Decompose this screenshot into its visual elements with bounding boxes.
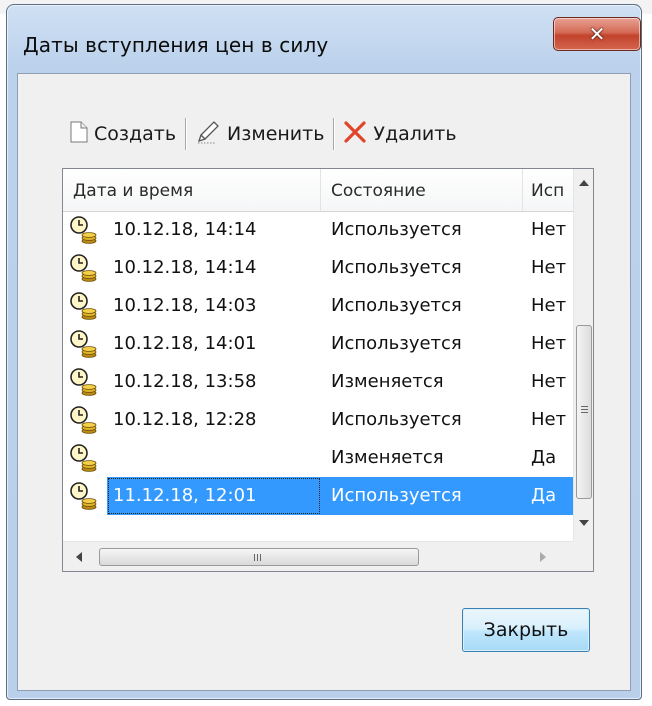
clock-coins-icon xyxy=(69,215,99,245)
vertical-scrollbar[interactable] xyxy=(573,169,593,541)
scrollbar-corner xyxy=(573,541,593,571)
cell-datetime: 10.12.18, 13:58 xyxy=(113,371,257,392)
red-x-icon xyxy=(343,120,367,148)
cell-datetime: 10.12.18, 14:03 xyxy=(113,295,257,316)
toolbar: Создать Изменить Удалить xyxy=(66,116,461,152)
cell-used: Нет xyxy=(531,257,567,278)
cell-used: Да xyxy=(523,477,573,515)
column-header-used[interactable]: Исп xyxy=(523,169,573,211)
cell-datetime: 10.12.18, 14:14 xyxy=(113,257,257,278)
column-header-datetime[interactable]: Дата и время xyxy=(63,169,321,211)
clock-coins-icon xyxy=(69,329,99,359)
cell-used: Да xyxy=(531,447,557,468)
cell-used: Нет xyxy=(531,371,567,392)
edit-button[interactable]: Изменить xyxy=(191,116,328,152)
pencil-icon xyxy=(195,119,221,149)
new-document-icon xyxy=(70,121,88,147)
grip-line xyxy=(581,406,588,407)
cell-datetime: 10.12.18, 14:01 xyxy=(113,333,257,354)
column-header-state[interactable]: Состояние xyxy=(321,169,523,211)
clock-coins-icon xyxy=(69,405,99,435)
cell-used: Нет xyxy=(531,333,567,354)
horizontal-scroll-thumb[interactable] xyxy=(99,548,419,566)
cell-state: Используется xyxy=(331,257,462,278)
window-title: Даты вступления цен в силу xyxy=(23,33,329,57)
cell-used: Нет xyxy=(531,295,567,316)
cell-state: Используется xyxy=(321,477,523,515)
grip-line xyxy=(254,554,255,561)
grip-line xyxy=(581,412,588,413)
create-button[interactable]: Создать xyxy=(66,116,180,152)
cell-state: Изменяется xyxy=(331,447,444,468)
clock-coins-icon xyxy=(69,367,99,397)
dialog-window: Даты вступления цен в силу ✕ Создать Изм… xyxy=(6,4,642,700)
vertical-scroll-thumb[interactable] xyxy=(576,325,592,499)
horizontal-scrollbar[interactable] xyxy=(63,541,573,571)
cell-datetime: 10.12.18, 12:28 xyxy=(113,409,257,430)
cell-state: Используется xyxy=(331,409,462,430)
window-close-button[interactable]: ✕ xyxy=(553,17,641,51)
table-row[interactable]: Изменяется Да xyxy=(63,439,573,477)
cell-datetime: 11.12.18, 12:01 xyxy=(107,477,321,515)
clock-coins-icon xyxy=(69,481,99,511)
cell-state: Используется xyxy=(331,333,462,354)
scroll-up-arrow-icon[interactable] xyxy=(574,173,593,193)
table-row[interactable]: 10.12.18, 13:58 Изменяется Нет xyxy=(63,363,573,401)
close-dialog-button[interactable]: Закрыть xyxy=(462,608,590,652)
create-button-label: Создать xyxy=(94,123,177,145)
clock-coins-icon xyxy=(69,253,99,283)
cell-used: Нет xyxy=(531,409,567,430)
dialog-client-area: Создать Изменить Удалить Дата и время Со… xyxy=(17,73,631,691)
delete-button-label: Удалить xyxy=(373,123,457,145)
clock-coins-icon xyxy=(69,291,99,321)
cell-used: Нет xyxy=(531,219,567,240)
table-row-selected[interactable]: 11.12.18, 12:01 Используется Да xyxy=(63,477,573,515)
delete-button[interactable]: Удалить xyxy=(339,116,460,152)
list-rows: 10.12.18, 14:14 Используется Нет 10.12.1… xyxy=(63,211,573,515)
cell-datetime xyxy=(107,439,321,477)
table-row[interactable]: 10.12.18, 12:28 Используется Нет xyxy=(63,401,573,439)
table-row[interactable]: 10.12.18, 14:01 Используется Нет xyxy=(63,325,573,363)
scroll-left-arrow-icon[interactable] xyxy=(69,547,89,567)
list-header: Дата и время Состояние Исп xyxy=(63,169,573,212)
edit-button-label: Изменить xyxy=(227,123,325,145)
table-row[interactable]: 10.12.18, 14:03 Используется Нет xyxy=(63,287,573,325)
clock-coins-icon xyxy=(69,443,99,473)
dates-list-view[interactable]: Дата и время Состояние Исп 10.12.18, 14:… xyxy=(62,168,594,572)
grip-line xyxy=(257,554,258,561)
cell-datetime: 10.12.18, 14:14 xyxy=(113,219,257,240)
cell-state: Изменяется xyxy=(331,371,444,392)
grip-line xyxy=(260,554,261,561)
table-row[interactable]: 10.12.18, 14:14 Используется Нет xyxy=(63,211,573,249)
table-row[interactable]: 10.12.18, 14:14 Используется Нет xyxy=(63,249,573,287)
toolbar-separator xyxy=(185,118,187,150)
scroll-down-arrow-icon[interactable] xyxy=(574,513,593,533)
close-icon: ✕ xyxy=(588,22,606,46)
toolbar-separator xyxy=(333,118,335,150)
grip-line xyxy=(581,409,588,410)
cell-state: Используется xyxy=(331,219,462,240)
cell-state: Используется xyxy=(331,295,462,316)
scroll-right-arrow-icon[interactable] xyxy=(533,547,553,567)
